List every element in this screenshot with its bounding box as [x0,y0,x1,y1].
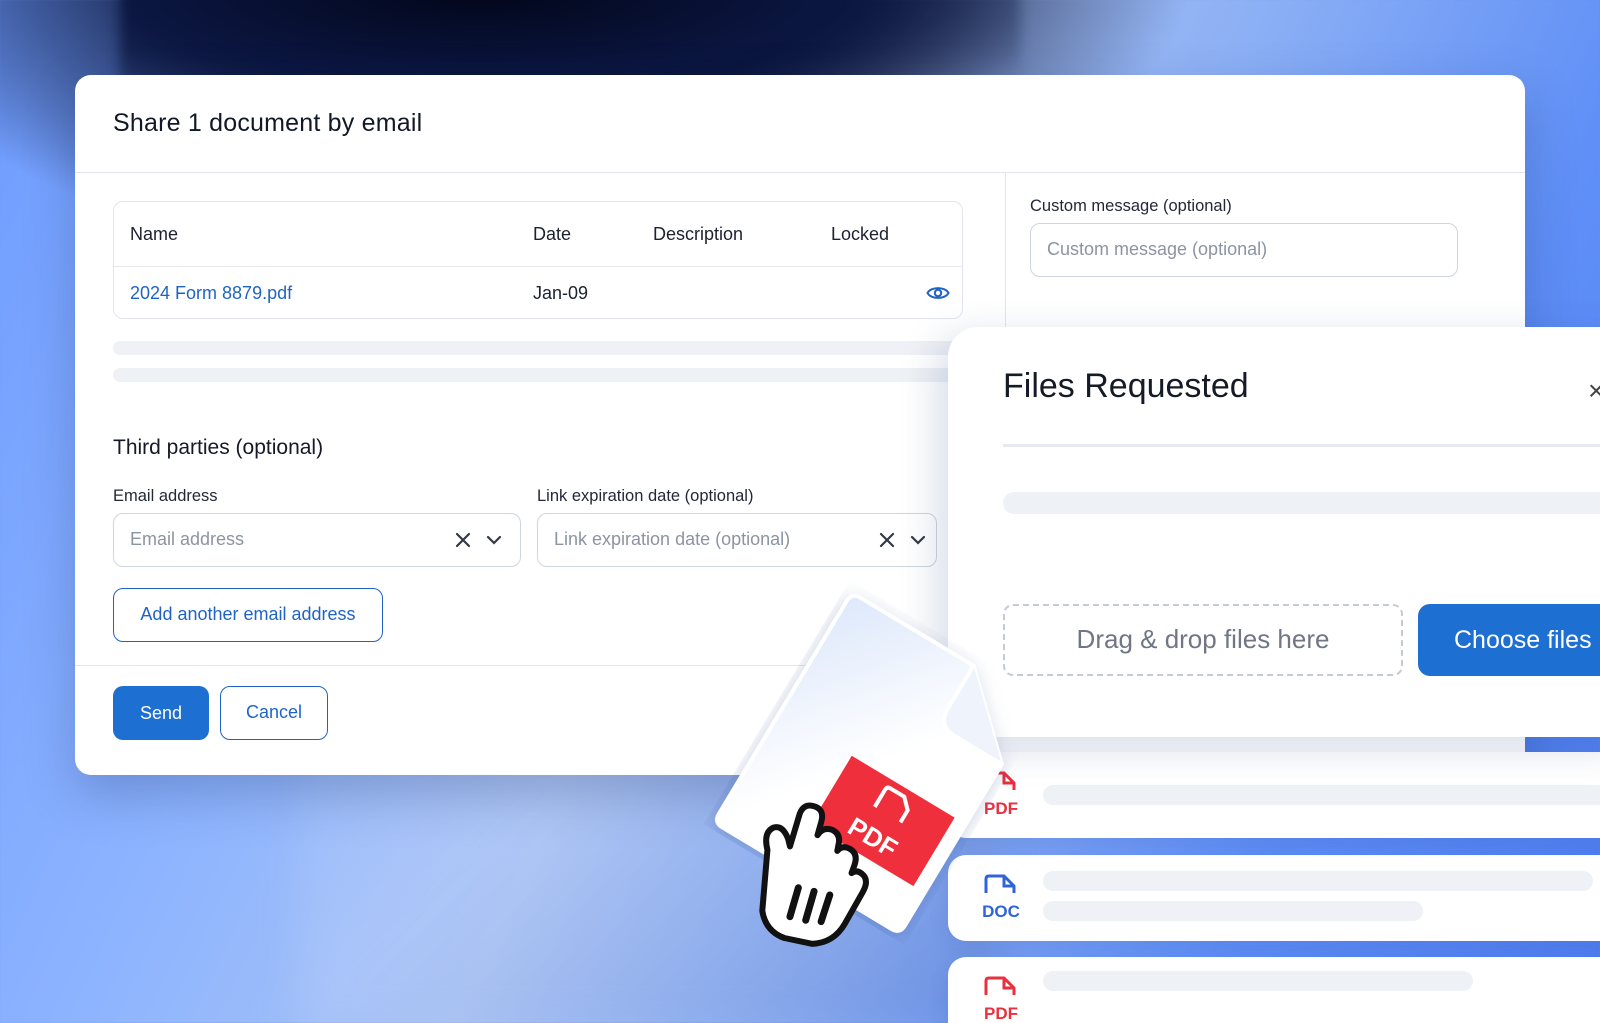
column-header-locked[interactable]: Locked [831,224,889,245]
panel-title-divider [1003,444,1600,447]
send-button[interactable]: Send [113,686,209,740]
table-header-divider [114,266,962,267]
column-divider [1005,173,1006,333]
file-type-label: PDF [984,1004,1018,1023]
file-dropzone[interactable]: Drag & drop files here [1003,604,1403,676]
cancel-button[interactable]: Cancel [220,686,328,740]
custom-message-label: Custom message (optional) [1030,197,1232,215]
panel-title: Files Requested [1003,367,1249,405]
skeleton-bar [1043,971,1473,991]
files-requested-panel: Files Requested × Drag & drop files here… [948,327,1600,737]
doc-file-icon: DOC [982,874,1020,921]
clear-icon[interactable] [878,531,896,549]
custom-message-input[interactable]: Custom message (optional) [1030,223,1458,277]
column-header-date[interactable]: Date [533,224,571,245]
skeleton-bar [1043,871,1593,891]
document-date: Jan-09 [533,283,589,303]
expiration-label: Link expiration date (optional) [537,487,754,505]
grab-hand-cursor-icon [759,802,869,947]
skeleton-bar [1043,901,1423,921]
file-list-item[interactable]: PDF [948,957,1600,1023]
skeleton-bar [1003,492,1600,514]
custom-message-placeholder: Custom message (optional) [1047,239,1268,259]
expiration-date-input[interactable]: Link expiration date (optional) [537,513,937,567]
file-type-label: DOC [982,902,1020,921]
third-parties-title: Third parties (optional) [113,436,324,459]
pdf-file-icon: PDF [984,976,1018,1023]
expiration-placeholder: Link expiration date (optional) [554,529,791,549]
eye-icon[interactable] [926,284,950,302]
header-divider [75,172,1525,173]
chevron-down-icon[interactable] [910,534,926,546]
email-label: Email address [113,487,218,505]
email-input[interactable]: Email address [113,513,521,567]
documents-table: Name Date Description Locked 2024 Form 8… [113,201,963,319]
chevron-down-icon[interactable] [486,534,502,546]
add-email-button[interactable]: Add another email address [113,588,383,642]
document-name-link[interactable]: 2024 Form 8879.pdf [130,283,292,304]
close-icon[interactable]: × [1588,375,1600,407]
clear-icon[interactable] [454,531,472,549]
file-list-item[interactable]: DOC [948,855,1600,941]
dialog-title: Share 1 document by email [113,109,423,137]
skeleton-bar [1043,785,1600,805]
skeleton-bar [113,368,963,382]
skeleton-bar [113,341,963,355]
email-placeholder: Email address [130,529,245,549]
file-list-item[interactable]: PDF [948,752,1600,838]
column-header-description[interactable]: Description [653,224,743,245]
choose-files-button[interactable]: Choose files [1418,604,1600,676]
column-header-name[interactable]: Name [130,224,178,245]
